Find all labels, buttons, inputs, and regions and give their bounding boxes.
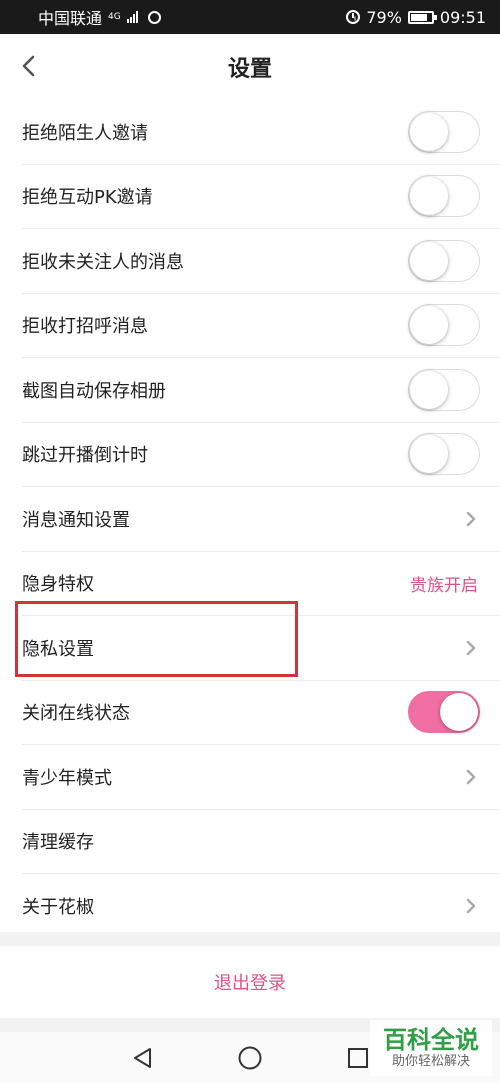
settings-row-label: 清理缓存 [22, 832, 94, 854]
signal-icon [126, 11, 138, 23]
settings-row[interactable]: 拒收打招呼消息 [22, 294, 500, 358]
toggle-knob [410, 177, 448, 216]
watermark-title: 百科全说 [383, 1026, 479, 1054]
chevron-right-icon [464, 639, 478, 657]
settings-row-label: 拒绝互动PK邀请 [22, 187, 153, 209]
chevron-right-icon [464, 510, 478, 528]
logout-button[interactable]: 退出登录 [214, 969, 286, 995]
recents-square-icon[interactable] [343, 1043, 373, 1073]
settings-row-label: 拒绝陌生人邀请 [22, 122, 148, 144]
logout-row: 退出登录 [0, 946, 500, 1018]
battery-fill [410, 13, 427, 21]
chevron-right-icon [464, 768, 478, 786]
toggle-knob [410, 370, 448, 409]
toggle-knob [410, 306, 448, 345]
toggle-knob [410, 435, 448, 474]
settings-row[interactable]: 青少年模式 [22, 745, 500, 810]
settings-row[interactable]: 拒绝陌生人邀请 [22, 100, 500, 165]
toggle-switch[interactable] [408, 110, 480, 153]
battery-percent: 79% [366, 7, 402, 27]
header: 设置 [0, 34, 500, 100]
toggle-knob [410, 112, 448, 151]
settings-row-label: 拒收未关注人的消息 [22, 251, 184, 273]
settings-row-label: 消息通知设置 [22, 509, 130, 531]
settings-row[interactable]: 消息通知设置 [22, 487, 500, 552]
settings-row-label: 截图自动保存相册 [22, 380, 166, 402]
toggle-switch[interactable] [408, 239, 480, 282]
settings-row[interactable]: 拒收未关注人的消息 [22, 229, 500, 294]
face-icon [147, 10, 161, 24]
network-type: 4G [108, 11, 121, 22]
settings-row-value[interactable]: 贵族开启 [410, 571, 478, 596]
highlight-box [15, 601, 298, 677]
settings-row[interactable]: 清理缓存 [22, 810, 500, 874]
chevron-right-icon [464, 897, 478, 915]
toggle-switch[interactable] [408, 368, 480, 411]
settings-row-label: 跳过开播倒计时 [22, 445, 148, 467]
watermark-subtitle: 助你轻松解决 [391, 1054, 470, 1069]
status-bar: 中国联通 4G 79% 09:51 [0, 0, 500, 34]
toggle-knob [440, 693, 478, 732]
toggle-knob [410, 241, 448, 280]
battery-icon [407, 10, 437, 24]
toggle-switch[interactable] [408, 691, 480, 734]
alarm-icon [346, 10, 361, 24]
settings-row[interactable]: 关于花椒 [22, 874, 500, 939]
settings-row[interactable]: 拒绝互动PK邀请 [22, 165, 500, 229]
settings-row-label: 关于花椒 [22, 896, 94, 918]
home-circle-icon[interactable] [235, 1043, 265, 1073]
screen: 中国联通 4G 79% 09:51 设置 拒绝陌生人邀请 拒绝互动PK邀请拒收未关… [0, 0, 500, 1083]
status-left: 中国联通 4G [38, 5, 161, 29]
settings-row-label: 隐身特权 [22, 574, 94, 596]
settings-row-label: 关闭在线状态 [22, 703, 130, 725]
chevron-left-icon[interactable] [14, 52, 42, 80]
page-title: 设置 [227, 57, 272, 82]
settings-row[interactable]: 截图自动保存相册 [22, 358, 500, 423]
status-right: 79% 09:51 [346, 8, 486, 27]
settings-row-label: 青少年模式 [22, 767, 112, 789]
toggle-switch[interactable] [408, 304, 480, 347]
toggle-switch[interactable] [408, 433, 480, 476]
settings-row[interactable]: 关闭在线状态 [22, 681, 500, 745]
section-divider [0, 932, 500, 946]
back-triangle-icon[interactable] [127, 1043, 157, 1073]
settings-row-label: 拒收打招呼消息 [22, 316, 148, 338]
settings-row[interactable]: 跳过开播倒计时 [22, 423, 500, 487]
clock: 09:51 [439, 7, 486, 27]
settings-list: 拒绝陌生人邀请 拒绝互动PK邀请拒收未关注人的消息 拒收打招呼消息 截图自动保存相册跳… [0, 100, 500, 939]
watermark-logo: 百科全说 助你轻松解决 [370, 1020, 492, 1076]
toggle-switch[interactable] [408, 175, 480, 218]
carrier-name: 中国联通 [38, 9, 103, 28]
